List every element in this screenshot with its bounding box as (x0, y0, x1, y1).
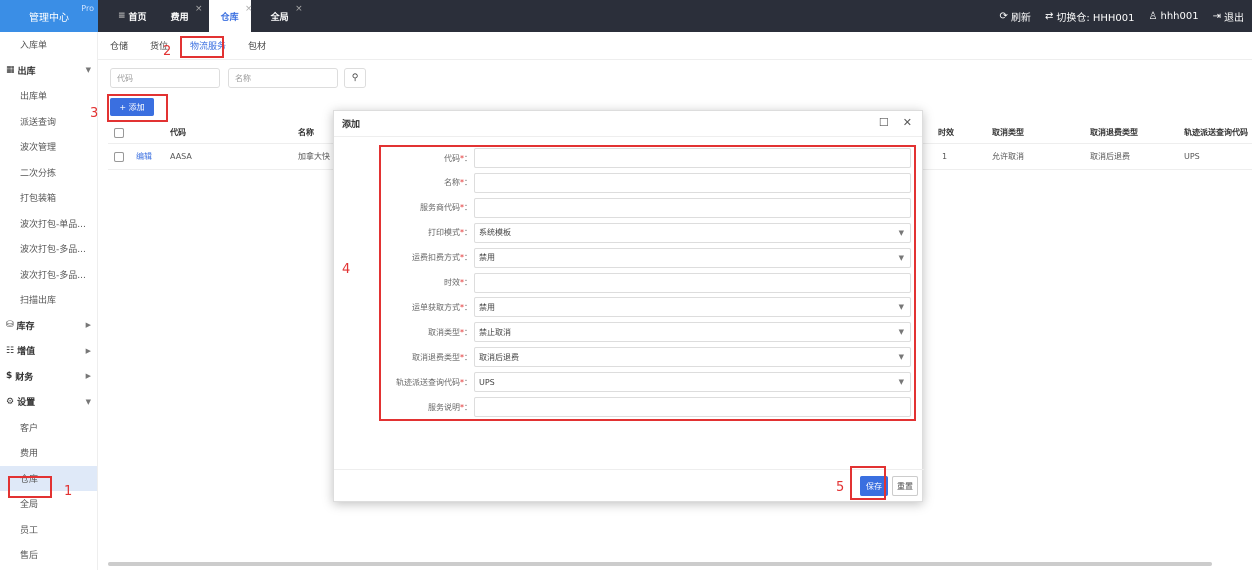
col-cancel-type[interactable]: 取消类型 (992, 122, 1024, 143)
col-name[interactable]: 名称 (298, 122, 314, 143)
subtab-storage[interactable]: 仓储 (110, 39, 128, 52)
tab-fee[interactable]: 费用 × (159, 0, 203, 32)
sidebar-group-outbound[interactable]: ▦ 出库 ▼ (0, 58, 97, 84)
sidebar-item-delivery-query[interactable]: 派送查询 (0, 109, 97, 135)
tab-global[interactable]: 全局 × (259, 0, 303, 32)
logout-button[interactable]: ⇥ 退出 (1213, 9, 1244, 24)
reset-button[interactable]: 重置 (892, 476, 918, 496)
sidebar-item-staff[interactable]: 员工 (0, 517, 97, 543)
subtab-packing[interactable]: 包材 (248, 39, 266, 52)
cell-refund-type: 取消后退费 (1090, 152, 1130, 161)
select-all-checkbox[interactable] (114, 127, 124, 138)
horizontal-scrollbar[interactable] (108, 562, 1212, 566)
annotation-number-4: 4 (342, 262, 351, 277)
user-icon: ♙ (1148, 10, 1158, 22)
tab-warehouse[interactable]: 仓库 × (208, 0, 253, 32)
grid-icon: ☷ (6, 345, 15, 356)
refresh-icon: ⟳ (999, 10, 1008, 22)
cell-name: 加拿大快 (298, 152, 330, 161)
cell-code: AASA (170, 152, 192, 161)
sidebar-group-finance[interactable]: $ 财务 ▶ (0, 364, 97, 390)
outbound-icon: ▦ (6, 65, 15, 76)
sidebar-item-customer[interactable]: 客户 (0, 415, 97, 441)
col-time[interactable]: 时效 (938, 122, 954, 143)
brand-title: 管理中心 (29, 12, 69, 24)
switch-warehouse-button[interactable]: ⇄ 切换仓: HHH001 (1045, 9, 1135, 24)
top-tabs: ≡ 首页 费用 × 仓库 × 全局 × (106, 0, 303, 32)
highlight-box-5 (850, 466, 886, 500)
highlight-box-3 (107, 94, 168, 122)
dollar-icon: $ (6, 371, 13, 382)
sidebar-group-settings[interactable]: ⚙ 设置 ▼ (0, 389, 97, 415)
cell-time: 1 (942, 152, 948, 161)
col-track-code[interactable]: 轨迹派送查询代码 (1184, 122, 1248, 143)
maximize-icon[interactable]: ☐ (879, 116, 889, 129)
chevron-right-icon: ▶ (85, 346, 91, 355)
sidebar-item-wave-multi[interactable]: 波次打包-多品... (0, 236, 97, 262)
sidebar-item-fee[interactable]: 费用 (0, 440, 97, 466)
code-search-input[interactable]: 代码 (110, 68, 220, 88)
user-menu[interactable]: ♙ hhh001 (1149, 11, 1199, 22)
sidebar-item-wave-multi-2[interactable]: 波次打包-多品... (0, 262, 97, 288)
col-code[interactable]: 代码 (170, 122, 186, 143)
dialog-header: 添加 ☐ ✕ (334, 111, 922, 137)
chevron-right-icon: ▶ (85, 321, 91, 330)
inventory-icon: ⛁ (6, 320, 14, 331)
chevron-down-icon: ▼ (85, 66, 91, 75)
sidebar-item-pack[interactable]: 打包装箱 (0, 185, 97, 211)
close-icon[interactable]: × (295, 4, 303, 14)
annotation-number-3: 3 (90, 106, 99, 121)
sidebar-item-wave[interactable]: 波次管理 (0, 134, 97, 160)
sidebar-group-value-added[interactable]: ☷ 增值 ▶ (0, 338, 97, 364)
search-icon: ⚲ (351, 73, 359, 83)
top-bar: 管理中心 Pro ≡ 首页 费用 × 仓库 × 全局 × ⟳ 刷新 ⇄ 切换仓: HHH00… (0, 0, 1252, 32)
close-icon[interactable]: × (195, 4, 203, 14)
close-icon[interactable]: × (245, 4, 253, 14)
brand-badge: Pro (81, 4, 94, 13)
tab-home[interactable]: ≡ 首页 (106, 0, 159, 32)
cell-track-code: UPS (1184, 152, 1200, 161)
cell-cancel-type: 允许取消 (992, 152, 1024, 161)
row-checkbox[interactable] (114, 151, 124, 162)
highlight-box-1 (8, 476, 52, 498)
search-button[interactable]: ⚲ (344, 68, 366, 88)
sidebar-item-after-sale[interactable]: 售后 (0, 542, 97, 568)
sidebar-item-scan-out[interactable]: 扫描出库 (0, 287, 97, 313)
sidebar-item-inbound[interactable]: 入库单 (0, 32, 97, 58)
switch-icon: ⇄ (1044, 10, 1054, 22)
sub-tabs: 仓储 货位 物流服务 包材 (98, 32, 1252, 60)
annotation-number-5: 5 (836, 480, 845, 495)
refresh-button[interactable]: ⟳ 刷新 (1000, 9, 1031, 24)
chevron-right-icon: ▶ (85, 372, 91, 381)
highlight-box-4 (379, 145, 916, 421)
annotation-number-2: 2 (163, 44, 172, 59)
chevron-down-icon: ▼ (85, 397, 91, 406)
home-icon: ≡ (118, 11, 126, 21)
annotation-number-1: 1 (64, 484, 73, 499)
gear-icon: ⚙ (6, 396, 15, 407)
dialog-title: 添加 (342, 120, 361, 130)
highlight-box-2 (180, 36, 224, 58)
sidebar-item-outbound-order[interactable]: 出库单 (0, 83, 97, 109)
name-search-input[interactable]: 名称 (228, 68, 338, 88)
logout-icon: ⇥ (1212, 10, 1221, 22)
top-right: ⟳ 刷新 ⇄ 切换仓: HHH001 ♙ hhh001 ⇥ 退出 (1000, 9, 1252, 24)
sidebar-item-wave-single[interactable]: 波次打包-单品... (0, 211, 97, 237)
col-refund-type[interactable]: 取消退费类型 (1090, 122, 1138, 143)
brand[interactable]: 管理中心 Pro (0, 0, 98, 32)
edit-link[interactable]: 编辑 (136, 144, 152, 169)
close-icon[interactable]: ✕ (903, 116, 912, 129)
sidebar-item-sort[interactable]: 二次分拣 (0, 160, 97, 186)
sidebar-group-inventory[interactable]: ⛁ 库存 ▶ (0, 313, 97, 339)
